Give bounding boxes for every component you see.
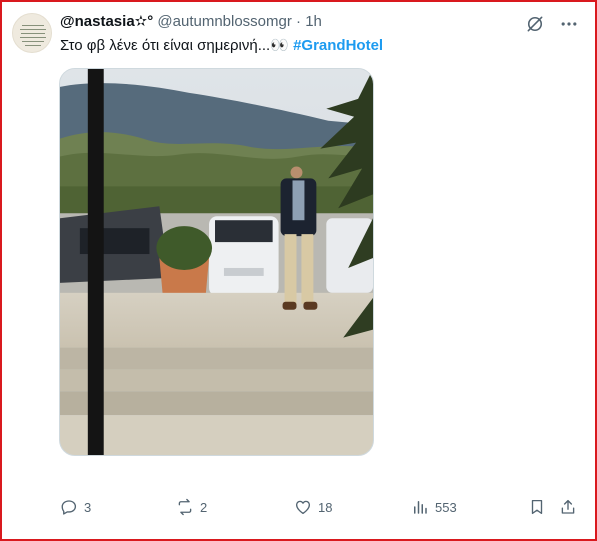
share-icon bbox=[559, 498, 577, 516]
tweet-actions: 3 2 18 553 bbox=[60, 498, 579, 520]
reply-button[interactable]: 3 bbox=[60, 498, 91, 516]
repost-icon bbox=[176, 498, 194, 516]
tweet-photo[interactable] bbox=[59, 68, 374, 456]
avatar[interactable] bbox=[12, 13, 52, 53]
tweet-header: @nastasia✫° @autumnblossomgr · 1h bbox=[60, 12, 322, 32]
hashtag-link[interactable]: #GrandHotel bbox=[293, 37, 383, 54]
repost-button[interactable]: 2 bbox=[176, 498, 207, 516]
more-icon[interactable] bbox=[559, 14, 579, 34]
like-icon bbox=[294, 498, 312, 516]
display-name[interactable]: @nastasia✫° bbox=[60, 13, 153, 30]
tweet-text: Στο φβ λένε ότι είναι σημερινή...👀 #Gran… bbox=[60, 36, 383, 56]
views-icon bbox=[411, 498, 429, 516]
like-button[interactable]: 18 bbox=[294, 498, 332, 516]
reply-count: 3 bbox=[84, 499, 92, 515]
like-count: 18 bbox=[318, 499, 333, 515]
user-handle[interactable]: @autumnblossomgr bbox=[157, 13, 291, 30]
separator-dot: · bbox=[296, 13, 302, 30]
share-button[interactable] bbox=[559, 498, 577, 516]
views-count: 553 bbox=[435, 499, 457, 515]
bookmark-button[interactable] bbox=[528, 498, 546, 516]
timestamp[interactable]: 1h bbox=[305, 13, 322, 30]
grok-icon[interactable] bbox=[525, 14, 545, 34]
bookmark-icon bbox=[528, 498, 546, 516]
repost-count: 2 bbox=[200, 499, 208, 515]
reply-icon bbox=[60, 498, 78, 516]
views-button[interactable]: 553 bbox=[411, 498, 457, 516]
tweet-top-icons bbox=[525, 14, 579, 34]
tweet-body: Στο φβ λένε ότι είναι σημερινή...👀 bbox=[60, 37, 294, 54]
